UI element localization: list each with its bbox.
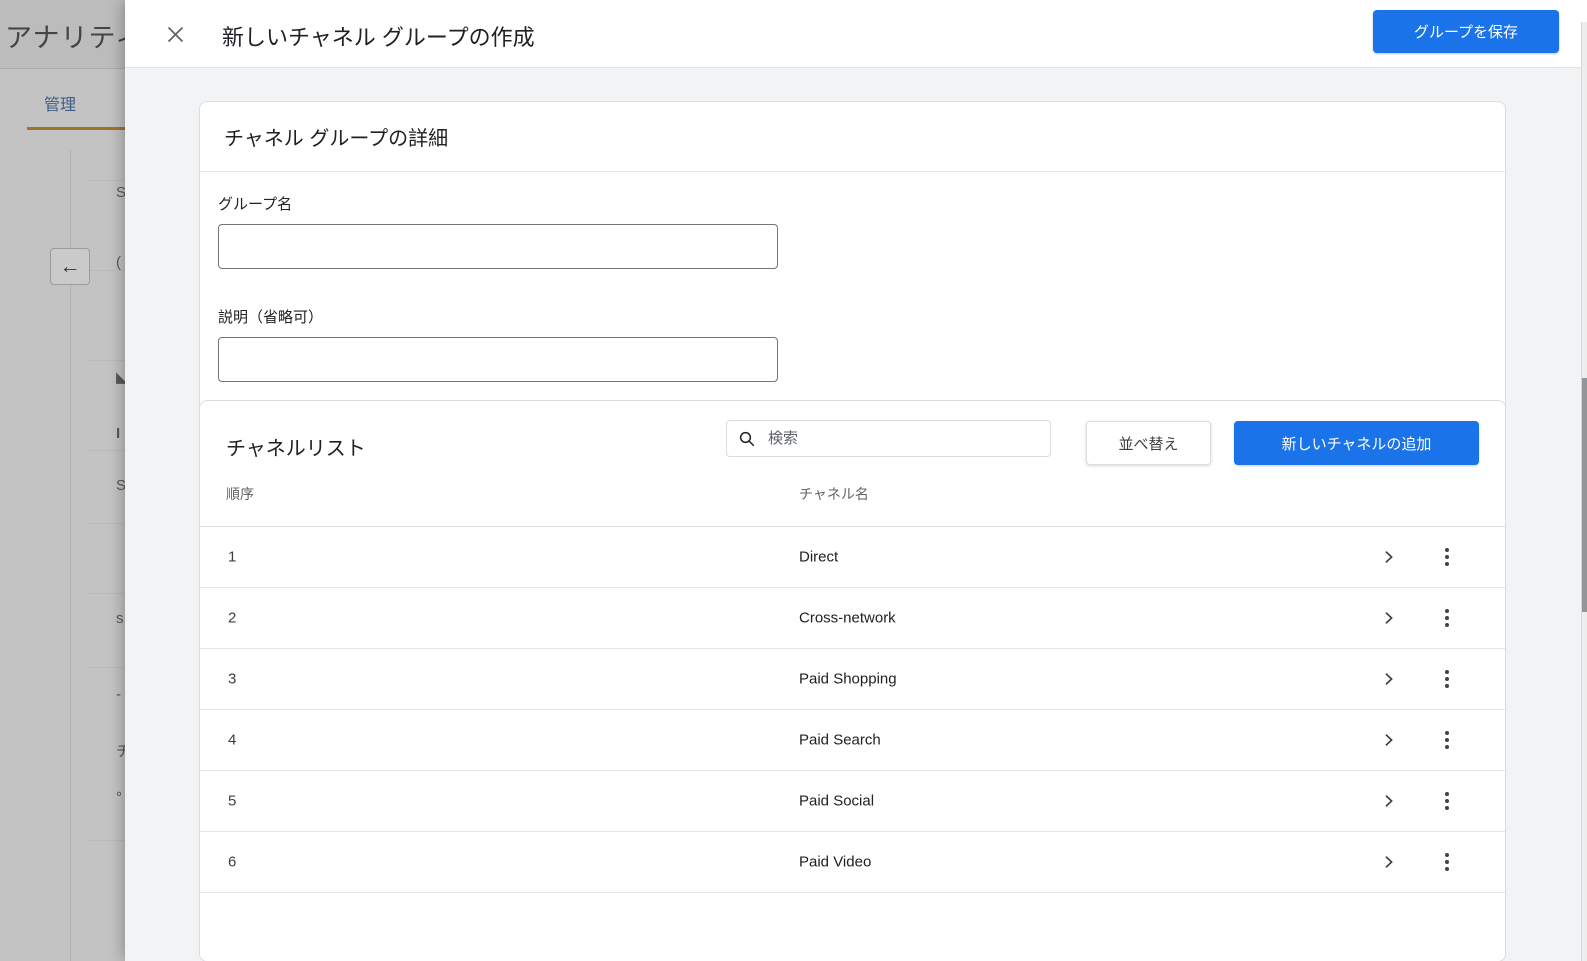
channel-row-menu-button[interactable]	[1439, 730, 1455, 750]
description-label: 説明（省略可）	[218, 309, 324, 326]
expand-channel-button[interactable]	[1380, 609, 1398, 627]
expand-channel-button[interactable]	[1380, 853, 1398, 871]
channel-search-box[interactable]	[726, 420, 1051, 457]
search-icon	[739, 431, 755, 446]
chevron-right-icon	[1385, 795, 1393, 807]
channel-name-cell: Paid Search	[799, 731, 881, 749]
channel-order-cell: 2	[228, 609, 237, 627]
channel-name-cell: Direct	[799, 548, 839, 566]
sort-button[interactable]: 並べ替え	[1086, 421, 1211, 465]
channel-row[interactable]: 2 Cross-network	[200, 588, 1505, 649]
expand-channel-button[interactable]	[1380, 548, 1398, 566]
background-page: アナリティ 管理 ← S(◣ISs-チ°	[0, 0, 125, 961]
channel-row-menu-button[interactable]	[1439, 608, 1455, 628]
kebab-menu-icon	[1445, 670, 1449, 674]
expand-channel-button[interactable]	[1380, 792, 1398, 810]
channel-row[interactable]: 6 Paid Video	[200, 832, 1505, 893]
channel-row-menu-button[interactable]	[1439, 791, 1455, 811]
dialog-header: 新しいチャネル グループの作成 グループを保存	[125, 0, 1587, 68]
chevron-right-icon	[1385, 673, 1393, 685]
expand-channel-button[interactable]	[1380, 731, 1398, 749]
channel-name-cell: Paid Social	[799, 792, 875, 810]
channel-group-details-card: チャネル グループの詳細 グループ名 説明（省略可）	[199, 101, 1506, 436]
channel-order-cell: 1	[228, 548, 237, 566]
chevron-right-icon	[1385, 612, 1393, 624]
chevron-right-icon	[1385, 856, 1393, 868]
kebab-menu-icon	[1445, 548, 1449, 552]
channel-name-cell: Cross-network	[799, 609, 896, 627]
channel-name-cell: Paid Video	[799, 853, 872, 871]
channel-name-cell: Paid Shopping	[799, 670, 897, 688]
modal-scrim[interactable]	[0, 0, 125, 961]
channel-row[interactable]: 3 Paid Shopping	[200, 649, 1505, 710]
dialog-title: 新しいチャネル グループの作成	[222, 25, 535, 50]
column-header-channel-name: チャネル名	[799, 486, 869, 502]
channel-list-title: チャネルリスト	[226, 438, 366, 460]
channel-row[interactable]: 1 Direct	[200, 527, 1505, 588]
channel-row[interactable]: 4 Paid Search	[200, 710, 1505, 771]
channel-order-cell: 5	[228, 792, 237, 810]
kebab-menu-icon	[1445, 609, 1449, 613]
column-header-order: 順序	[226, 486, 254, 502]
details-card-title: チャネル グループの詳細	[200, 102, 1505, 172]
group-name-input[interactable]	[218, 224, 778, 269]
channel-row[interactable]: 5 Paid Social	[200, 771, 1505, 832]
save-group-button[interactable]: グループを保存	[1373, 10, 1559, 53]
chevron-right-icon	[1385, 551, 1393, 563]
close-button[interactable]	[155, 14, 195, 54]
kebab-menu-icon	[1445, 731, 1449, 735]
channel-table-body: 1 Direct 2 Cross-network 3 Paid Shopping…	[200, 527, 1505, 893]
channel-row-menu-button[interactable]	[1439, 669, 1455, 689]
description-input[interactable]	[218, 337, 778, 382]
scrollbar-thumb[interactable]	[1582, 378, 1587, 612]
chevron-right-icon	[1385, 734, 1393, 746]
channel-row-menu-button[interactable]	[1439, 852, 1455, 872]
channel-list-header: チャネルリスト 並べ替え 新しいチャネルの追加	[200, 401, 1505, 465]
channel-row-menu-button[interactable]	[1439, 547, 1455, 567]
channel-search-input[interactable]	[766, 429, 1039, 448]
channel-order-cell: 3	[228, 670, 237, 688]
close-icon	[167, 26, 183, 42]
channel-order-cell: 4	[228, 731, 237, 749]
channel-order-cell: 6	[228, 853, 237, 871]
kebab-menu-icon	[1445, 792, 1449, 796]
details-card-body: グループ名 説明（省略可）	[200, 172, 1505, 382]
channel-list-card: チャネルリスト 並べ替え 新しいチャネルの追加 順序 チャネル名 1 Direc…	[199, 400, 1506, 961]
create-channel-group-dialog: 新しいチャネル グループの作成 グループを保存 チャネル グループの詳細 グルー…	[125, 0, 1587, 961]
expand-channel-button[interactable]	[1380, 670, 1398, 688]
kebab-menu-icon	[1445, 853, 1449, 857]
add-new-channel-button[interactable]: 新しいチャネルの追加	[1234, 421, 1479, 465]
channel-table-header: 順序 チャネル名	[200, 463, 1505, 527]
group-name-label: グループ名	[218, 196, 293, 213]
